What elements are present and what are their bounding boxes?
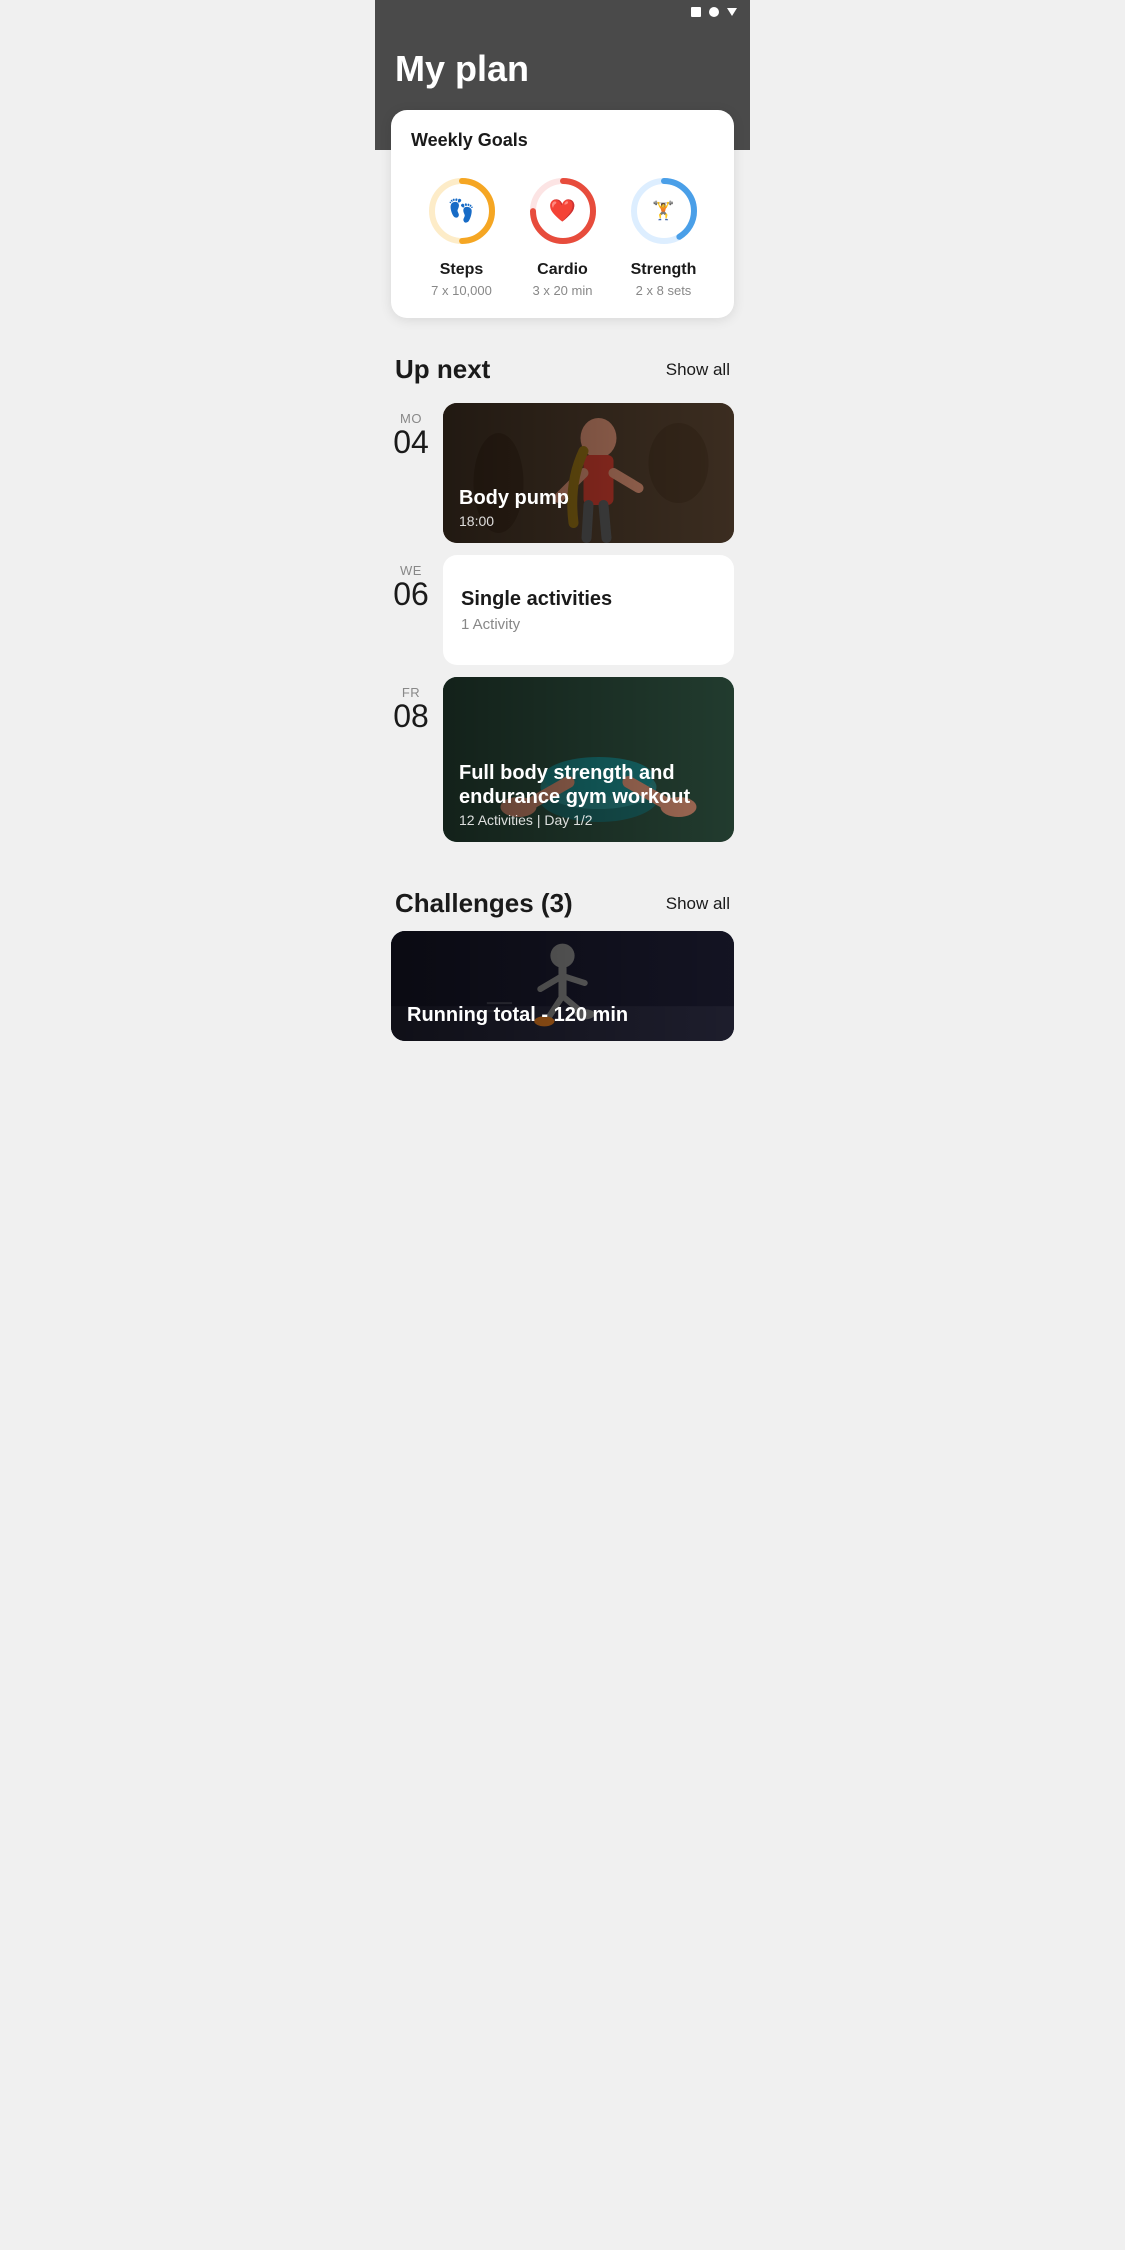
weekly-goals-card: Weekly Goals 👣 Steps 7 x 10,000 ❤️ xyxy=(391,110,734,318)
full-body-title: Full body strength and endurance gym wor… xyxy=(459,761,718,809)
full-body-sub: 12 Activities | Day 1/2 xyxy=(459,812,718,828)
steps-circle: 👣 xyxy=(422,171,502,251)
challenges-show-all-button[interactable]: Show all xyxy=(666,894,730,914)
schedule-item-mo04[interactable]: MO 04 xyxy=(375,397,750,549)
steps-sub: 7 x 10,000 xyxy=(431,283,492,298)
challenge-title: Running total - 120 min xyxy=(407,1004,718,1027)
schedule-item-we06[interactable]: WE 06 Single activities 1 Activity xyxy=(375,549,750,671)
challenges-section: Challenges (3) Show all Runnin xyxy=(375,872,750,1041)
status-bar xyxy=(375,0,750,24)
steps-label: Steps xyxy=(440,261,484,279)
cardio-label: Cardio xyxy=(537,261,588,279)
card-single-activities[interactable]: Single activities 1 Activity xyxy=(443,555,734,665)
challenge-card[interactable]: Running total - 120 min xyxy=(391,931,734,1041)
cardio-circle: ❤️ xyxy=(523,171,603,251)
triangle-icon xyxy=(726,6,738,18)
single-activities-card[interactable]: Single activities 1 Activity xyxy=(443,555,734,665)
goal-steps[interactable]: 👣 Steps 7 x 10,000 xyxy=(422,171,502,298)
body-pump-card[interactable]: Body pump 18:00 xyxy=(443,403,734,543)
full-body-card[interactable]: Full body strength and endurance gym wor… xyxy=(443,677,734,842)
date-col-fr08: FR 08 xyxy=(391,677,431,842)
cardio-icon: ❤️ xyxy=(549,198,576,224)
full-body-overlay: Full body strength and endurance gym wor… xyxy=(443,677,734,842)
strength-sub: 2 x 8 sets xyxy=(636,283,692,298)
challenges-title: Challenges (3) xyxy=(395,888,573,919)
up-next-header: Up next Show all xyxy=(375,338,750,397)
single-activities-sub: 1 Activity xyxy=(461,616,716,633)
weekly-goals-title: Weekly Goals xyxy=(411,130,714,151)
goals-row: 👣 Steps 7 x 10,000 ❤️ Cardio 3 x 20 min xyxy=(411,171,714,298)
goal-cardio[interactable]: ❤️ Cardio 3 x 20 min xyxy=(523,171,603,298)
up-next-list: MO 04 xyxy=(375,397,750,864)
challenges-header: Challenges (3) Show all xyxy=(375,872,750,931)
card-full-body[interactable]: Full body strength and endurance gym wor… xyxy=(443,677,734,842)
single-activities-title: Single activities xyxy=(461,588,716,611)
goal-strength[interactable]: 🏋️ Strength 2 x 8 sets xyxy=(624,171,704,298)
strength-label: Strength xyxy=(631,261,697,279)
date-col-we06: WE 06 xyxy=(391,555,431,665)
body-pump-time: 18:00 xyxy=(459,513,718,529)
strength-icon: 🏋️ xyxy=(652,201,674,222)
steps-icon: 👣 xyxy=(448,198,475,224)
day-num-fr08: 08 xyxy=(393,700,429,732)
body-pump-overlay: Body pump 18:00 xyxy=(443,403,734,543)
strength-circle: 🏋️ xyxy=(624,171,704,251)
day-num-mo04: 04 xyxy=(393,426,429,458)
square-icon xyxy=(690,6,702,18)
circle-icon xyxy=(708,6,720,18)
up-next-title: Up next xyxy=(395,354,490,385)
cardio-sub: 3 x 20 min xyxy=(533,283,593,298)
page-title: My plan xyxy=(395,48,730,90)
body-pump-title: Body pump xyxy=(459,486,718,510)
day-num-we06: 06 xyxy=(393,578,429,610)
card-body-pump[interactable]: Body pump 18:00 xyxy=(443,403,734,543)
schedule-item-fr08[interactable]: FR 08 Full xyxy=(375,671,750,848)
date-col-mo04: MO 04 xyxy=(391,403,431,543)
challenge-overlay: Running total - 120 min xyxy=(391,931,734,1041)
up-next-show-all-button[interactable]: Show all xyxy=(666,360,730,380)
